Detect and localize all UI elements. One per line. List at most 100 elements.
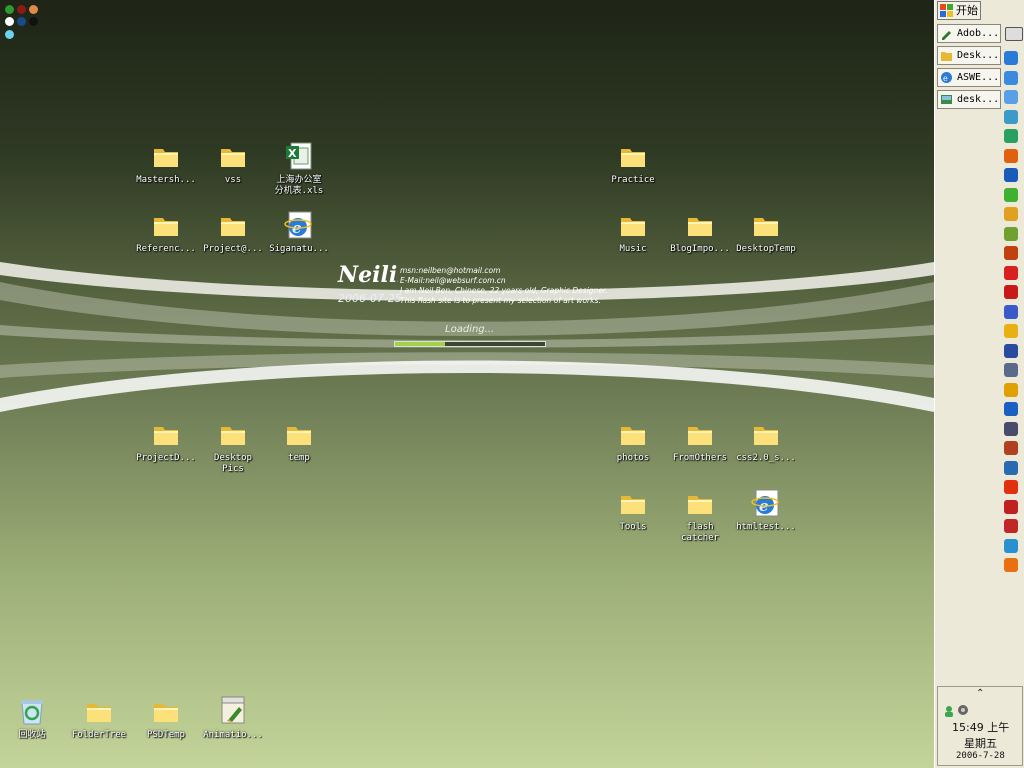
desktop-icon[interactable]: flash catcher <box>665 487 735 544</box>
user-status-icon[interactable] <box>943 705 955 717</box>
svg-text:Neilib: Neilib <box>337 262 398 288</box>
desktop-icon-label: Siganatu... <box>269 244 329 254</box>
quick-launch-icon[interactable] <box>1004 343 1018 358</box>
quick-launch-icon[interactable] <box>1004 382 1018 397</box>
desktop-icon[interactable]: Practice <box>598 140 668 186</box>
quick-launch-icon[interactable] <box>1004 538 1018 553</box>
folder-icon <box>221 218 245 236</box>
quick-launch-icon[interactable] <box>1004 499 1018 514</box>
vertical-taskbar: 开始 Adob... Desk... e ASWE... desk... ⌃ 15:49… <box>934 0 1024 768</box>
color-dot <box>5 5 14 14</box>
quick-launch-icon[interactable] <box>1004 304 1018 319</box>
quick-launch-icon[interactable] <box>1004 519 1018 533</box>
volume-icon[interactable] <box>957 704 969 716</box>
quick-launch-icon[interactable] <box>1004 363 1018 377</box>
flash-date: 2006-07-25 <box>338 292 402 305</box>
quick-launch-icon[interactable] <box>1004 226 1018 241</box>
color-dot <box>5 17 14 26</box>
start-label: 开始 <box>956 4 978 17</box>
desktop-icon[interactable]: css2.0_s... <box>731 418 801 464</box>
desktop-icon-label: Animatio... <box>203 730 263 740</box>
quick-launch-icon[interactable] <box>1004 460 1018 475</box>
quick-launch-icon[interactable] <box>1004 480 1018 494</box>
desktop-icon[interactable]: FolderTree <box>64 695 134 741</box>
desktop-icon-label: 上海办公室 分机表.xls <box>274 175 324 196</box>
desktop-icon-label: css2.0_s... <box>736 453 796 463</box>
folder-icon <box>688 427 712 445</box>
folder-icon <box>688 218 712 236</box>
start-button[interactable]: 开始 <box>937 1 981 20</box>
expand-chevron-icon[interactable]: ⌃ <box>976 688 984 699</box>
taskbar-task-button[interactable]: e ASWE... <box>937 68 1001 87</box>
taskbar-task-label: desk... <box>957 94 1000 105</box>
desktop-icon[interactable]: temp <box>264 418 334 464</box>
desktop-icon-label: vss <box>224 175 242 185</box>
desktop-icon[interactable]: vss <box>198 140 268 186</box>
quick-launch-icon[interactable] <box>1004 285 1018 299</box>
svg-text:X: X <box>288 147 297 160</box>
desktop-icon[interactable]: Project@... <box>198 209 268 255</box>
desktop-icon-label: FromOthers <box>672 453 728 463</box>
quick-launch-icon[interactable] <box>1004 168 1018 182</box>
quick-launch-icon[interactable] <box>1004 148 1018 163</box>
quick-launch-icon[interactable] <box>1004 324 1018 338</box>
folder-icon <box>621 218 645 236</box>
folder-icon <box>154 427 178 445</box>
desktop-icon[interactable]: X 上海办公室 分机表.xls <box>264 140 334 197</box>
wallpaper-swoosh <box>0 262 934 412</box>
desktop-icon[interactable]: Tools <box>598 487 668 533</box>
desktop-icon[interactable]: e Siganatu... <box>264 209 334 255</box>
quick-launch-icon[interactable] <box>1004 558 1018 572</box>
desktop-icon[interactable]: PSDTemp <box>131 695 201 741</box>
quick-launch-icon[interactable] <box>1004 402 1018 416</box>
desktop-icon[interactable]: Music <box>598 209 668 255</box>
taskbar-task-button[interactable]: desk... <box>937 90 1001 109</box>
taskbar-task-button[interactable]: Desk... <box>937 46 1001 65</box>
desktop-icon[interactable]: Animatio... <box>198 695 268 741</box>
desktop-icon-label: Tools <box>619 522 647 532</box>
desktop-icon-label: photos <box>616 453 650 463</box>
keyboard-icon[interactable] <box>1005 27 1023 41</box>
folder-icon <box>621 496 645 514</box>
desktop-icon[interactable]: DesktopTemp <box>731 209 801 255</box>
clock-time[interactable]: 15:49 上午 <box>952 719 1009 735</box>
desktop-icon[interactable]: Referenc... <box>131 209 201 255</box>
desktop-icon[interactable]: BlogImpo... <box>665 209 735 255</box>
quick-launch-icon[interactable] <box>1004 246 1018 260</box>
desktop-icon-label: htmltest... <box>736 522 796 532</box>
desktop-icon[interactable]: FromOthers <box>665 418 735 464</box>
quick-launch-icon[interactable] <box>1004 187 1018 202</box>
desktop-icon[interactable]: e htmltest... <box>731 487 801 533</box>
desktop-icon[interactable]: 回收站 <box>0 695 67 741</box>
quick-launch-icon[interactable] <box>1004 70 1018 85</box>
desktop-icon-label: Referenc... <box>136 244 196 254</box>
desktop[interactable]: Mastersh... vss X 上海办公室 分机表.xls Practice Refe… <box>0 0 934 768</box>
quick-launch-icon[interactable] <box>1004 265 1018 280</box>
quick-launch-icon[interactable] <box>1004 421 1018 436</box>
quick-launch-icon[interactable] <box>1004 207 1018 221</box>
folder-icon <box>754 218 778 236</box>
excel-file-icon: X <box>286 142 312 170</box>
desktop-icon-label: flash catcher <box>681 522 719 543</box>
folder-icon <box>221 427 245 445</box>
desktop-icon-label: Project@... <box>203 244 263 254</box>
desktop-icon[interactable]: Mastersh... <box>131 140 201 186</box>
ie-shortcut-icon: e <box>751 489 779 517</box>
folder-icon <box>154 218 178 236</box>
desktop-icon-label: 回收站 <box>18 730 46 740</box>
quick-launch-icon[interactable] <box>1004 441 1018 455</box>
folder-icon <box>154 149 178 167</box>
ie-icon: e <box>941 72 952 83</box>
taskbar-task-button[interactable]: Adob... <box>937 24 1001 43</box>
color-dot <box>17 5 26 14</box>
desktop-icon-label: temp <box>288 453 310 463</box>
desktop-icon[interactable]: ProjectD... <box>131 418 201 464</box>
desktop-icon[interactable]: Desktop Pics <box>198 418 268 475</box>
quick-launch-icon[interactable] <box>1004 109 1018 124</box>
desktop-icon-label: Music <box>619 244 647 254</box>
desktop-icon[interactable]: photos <box>598 418 668 464</box>
quick-launch-icon[interactable] <box>1004 129 1018 143</box>
folder-icon <box>688 496 712 514</box>
quick-launch-icon[interactable] <box>1004 51 1018 65</box>
quick-launch-icon[interactable] <box>1004 90 1018 104</box>
